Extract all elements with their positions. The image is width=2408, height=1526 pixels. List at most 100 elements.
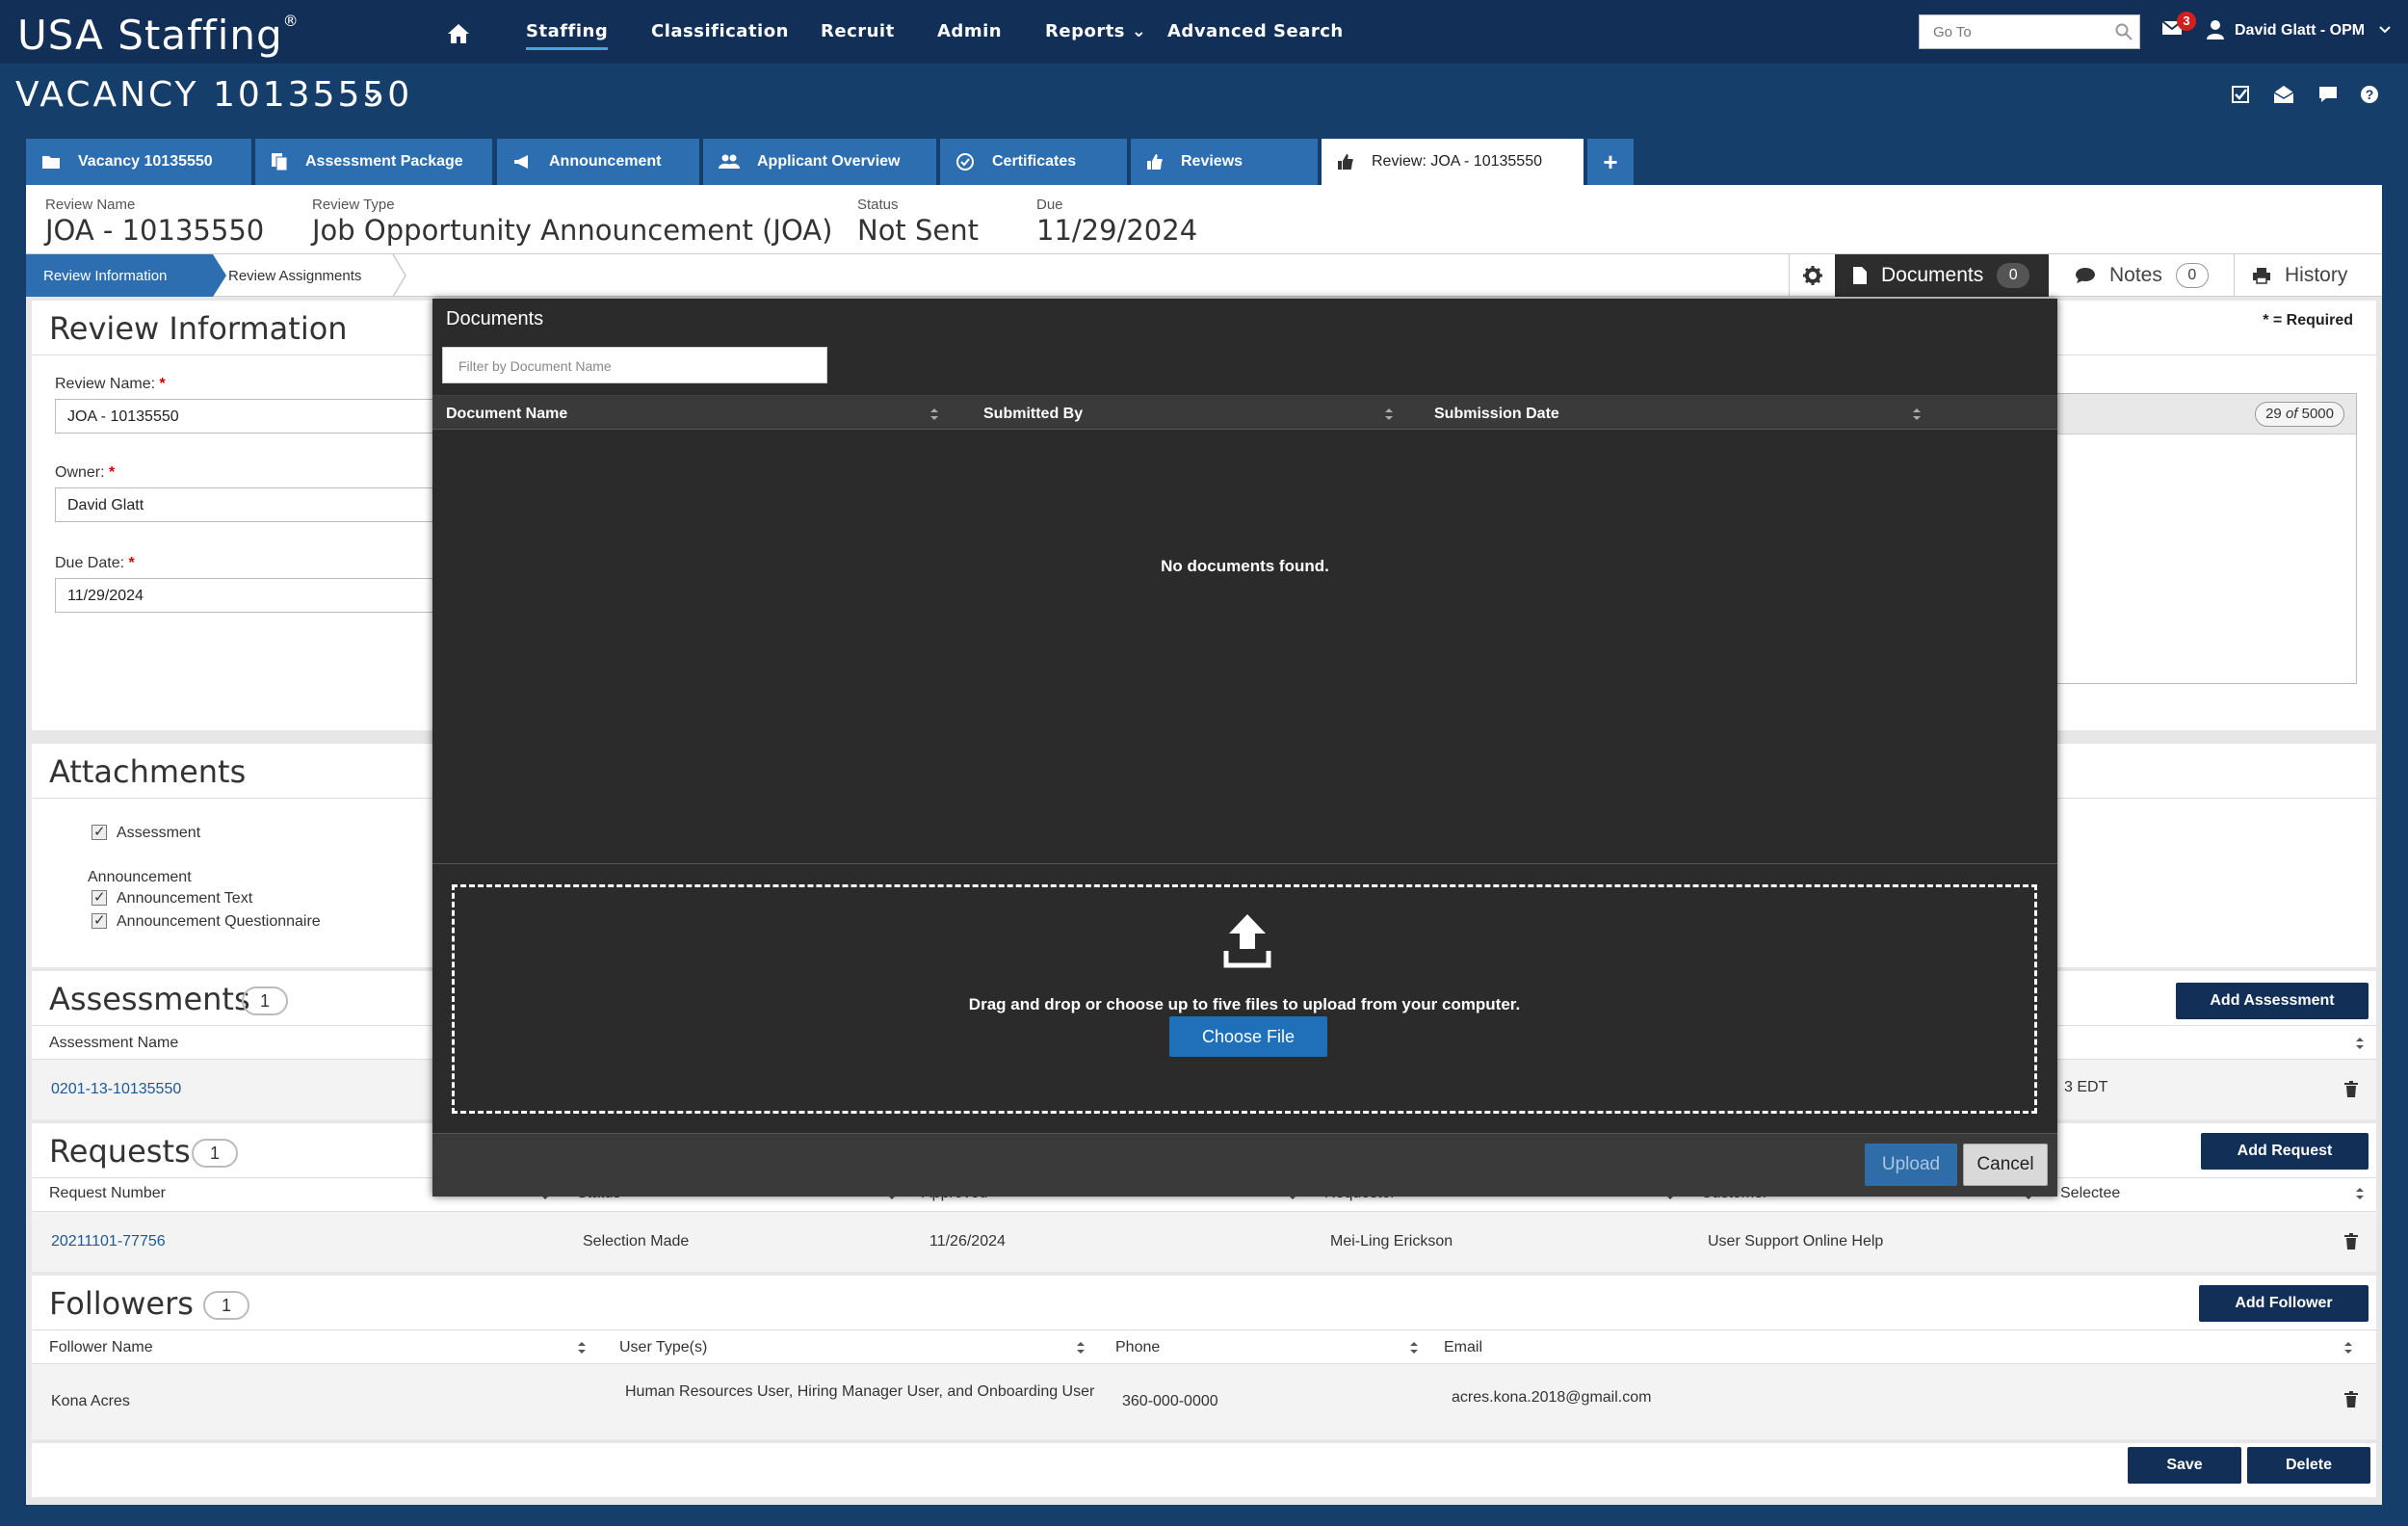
column-header[interactable]: Submission Date	[1434, 406, 1559, 423]
history-tab[interactable]: History	[2234, 254, 2382, 297]
upload-button[interactable]: Upload	[1865, 1144, 1957, 1186]
add-request-button[interactable]: Add Request	[2201, 1133, 2369, 1170]
column-header[interactable]: Email	[1444, 1339, 1482, 1356]
thumbs-up-icon	[1338, 154, 1353, 170]
save-button[interactable]: Save	[2128, 1447, 2241, 1484]
delete-button[interactable]: Delete	[2247, 1447, 2370, 1484]
add-assessment-button[interactable]: Add Assessment	[2176, 983, 2369, 1019]
documents-tab[interactable]: Documents 0	[1835, 254, 2049, 297]
nav-recruit[interactable]: Recruit	[821, 21, 895, 41]
tab-assessment-package[interactable]: Assessment Package	[255, 139, 492, 185]
subtab-review-assignments[interactable]: Review Assignments	[228, 254, 361, 297]
chevron-down-icon[interactable]	[2379, 26, 2391, 34]
announcement-questionnaire-checkbox[interactable]	[92, 911, 107, 929]
column-header[interactable]: User Type(s)	[619, 1339, 707, 1356]
home-icon[interactable]	[447, 23, 470, 44]
trash-icon[interactable]	[2343, 1391, 2359, 1408]
app-logo[interactable]: USA Staffing®	[17, 12, 300, 59]
chevron-down-icon[interactable]	[364, 92, 380, 102]
add-tab-button[interactable]: +	[1587, 139, 1634, 185]
document-filter-input[interactable]: Filter by Document Name	[442, 347, 827, 383]
section-title: Review Information	[49, 310, 348, 347]
due-label: Due	[1036, 197, 1063, 213]
tab-reviews[interactable]: Reviews	[1131, 139, 1318, 185]
settings-button[interactable]	[1789, 254, 1835, 297]
sort-icon[interactable]	[2355, 1037, 2365, 1050]
notes-tab[interactable]: Notes 0	[2057, 254, 2233, 297]
review-name-input[interactable]: JOA - 10135550	[55, 399, 459, 434]
trash-icon[interactable]	[2343, 1233, 2359, 1250]
nav-staffing[interactable]: Staffing	[526, 21, 609, 50]
sort-icon[interactable]	[1076, 1341, 1086, 1355]
tab-announcement[interactable]: Announcement	[497, 139, 699, 185]
request-number-link[interactable]: 20211101-77756	[51, 1233, 166, 1250]
column-header[interactable]: Request Number	[49, 1185, 166, 1202]
announcement-text-checkbox[interactable]	[92, 888, 107, 906]
documents-count: 0	[1997, 263, 2030, 288]
history-tab-label: History	[2285, 264, 2348, 286]
documents-tab-label: Documents	[1881, 264, 1984, 286]
add-follower-button[interactable]: Add Follower	[2199, 1285, 2369, 1322]
column-header[interactable]: Submitted By	[983, 406, 1083, 423]
sort-icon[interactable]	[929, 408, 939, 421]
search-icon[interactable]	[2115, 23, 2133, 40]
assessment-date: 3 EDT	[2064, 1079, 2108, 1095]
tab-certificates[interactable]: Certificates	[940, 139, 1127, 185]
follower-name: Kona Acres	[51, 1393, 130, 1409]
file-dropzone[interactable]: Drag and drop or choose up to five files…	[452, 884, 2037, 1114]
assessment-checkbox[interactable]	[92, 823, 107, 840]
tab-applicant-overview[interactable]: Applicant Overview	[703, 139, 936, 185]
check-circle-icon	[956, 153, 974, 171]
help-icon[interactable]: ?	[2360, 85, 2379, 104]
people-icon	[719, 154, 740, 169]
column-header[interactable]: Selectee	[2060, 1185, 2120, 1202]
owner-input[interactable]: David Glatt	[55, 487, 459, 522]
user-icon[interactable]	[2206, 19, 2225, 40]
empty-state-message: No documents found.	[1161, 557, 1329, 575]
request-requester: Mei-Ling Erickson	[1330, 1233, 1453, 1250]
sort-icon[interactable]	[2343, 1341, 2353, 1355]
modal-footer: Upload Cancel	[432, 1133, 2057, 1197]
svg-text:?: ?	[2366, 87, 2374, 102]
documents-table-header: Document Name Submitted By Submission Da…	[432, 395, 2057, 430]
due-value: 11/29/2024	[1036, 214, 1198, 247]
tab-label: Certificates	[992, 153, 1077, 170]
column-header[interactable]: Document Name	[446, 406, 567, 423]
envelope-icon[interactable]	[2273, 85, 2294, 104]
goto-input[interactable]: Go To	[1919, 14, 2140, 49]
nav-advanced-search[interactable]: Advanced Search	[1167, 21, 1344, 41]
trash-icon[interactable]	[2343, 1081, 2359, 1098]
due-date-input[interactable]: 11/29/2024	[55, 578, 459, 613]
documents-icon	[272, 153, 288, 171]
sort-icon[interactable]	[1409, 1341, 1419, 1355]
nav-reports[interactable]: Reports ⌄	[1045, 21, 1146, 41]
user-menu[interactable]: David Glatt - OPM	[2235, 22, 2365, 39]
status-label: Status	[857, 197, 899, 213]
subtab-review-information[interactable]: Review Information	[26, 254, 226, 297]
chevron-down-icon: ⌄	[1131, 21, 1147, 41]
sort-icon[interactable]	[2355, 1187, 2365, 1200]
sort-icon[interactable]	[1384, 408, 1394, 421]
chat-icon[interactable]	[2317, 85, 2339, 104]
announcement-questionnaire-label: Announcement Questionnaire	[117, 913, 321, 930]
column-header[interactable]: Phone	[1115, 1339, 1160, 1356]
nav-admin[interactable]: Admin	[937, 21, 1002, 41]
cancel-button[interactable]: Cancel	[1963, 1144, 2048, 1186]
assessment-checkbox-label: Assessment	[117, 825, 201, 841]
divider	[432, 863, 2057, 864]
review-name-field-label: Review Name: *	[55, 376, 166, 392]
assessment-link[interactable]: 0201-13-10135550	[51, 1081, 181, 1098]
choose-file-button[interactable]: Choose File	[1169, 1016, 1327, 1057]
tab-label: Assessment Package	[305, 153, 463, 170]
sort-icon[interactable]	[577, 1341, 587, 1355]
column-header[interactable]: Assessment Name	[49, 1035, 178, 1052]
tab-vacancy[interactable]: Vacancy 10135550	[26, 139, 251, 185]
followers-count: 1	[203, 1291, 249, 1320]
upload-icon	[1223, 914, 1271, 968]
sort-icon[interactable]	[1912, 408, 1922, 421]
checklist-icon[interactable]	[2231, 85, 2250, 104]
tab-review-joa[interactable]: Review: JOA - 10135550	[1322, 139, 1584, 185]
column-header[interactable]: Follower Name	[49, 1339, 153, 1356]
required-note: * = Required	[2263, 312, 2353, 329]
nav-classification[interactable]: Classification	[651, 21, 789, 41]
